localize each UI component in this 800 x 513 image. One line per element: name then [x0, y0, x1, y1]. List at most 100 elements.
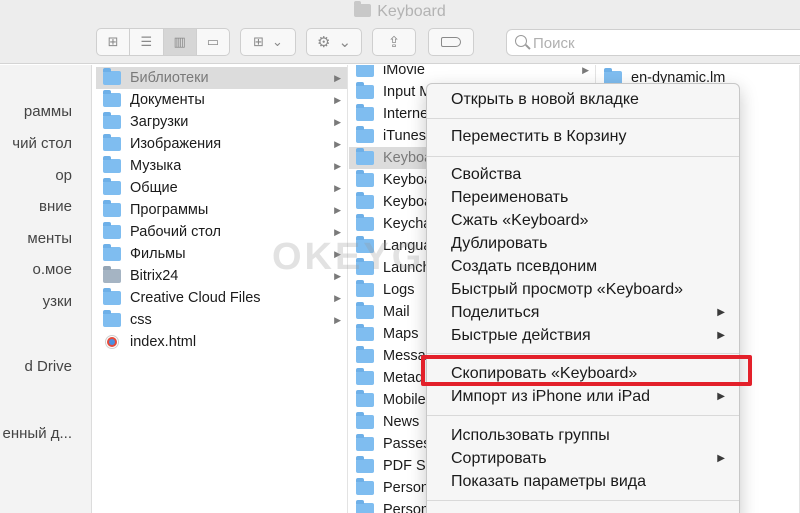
menu-separator	[427, 118, 739, 119]
context-menu: Открыть в новой вкладке Переместить в Ко…	[426, 83, 740, 513]
window-title-text: Keyboard	[377, 3, 446, 20]
gallery-view-icon: ▭	[206, 34, 220, 49]
menu-separator	[427, 415, 739, 416]
column-view-icon: ▥	[173, 34, 186, 49]
chevron-right-icon: ▶	[334, 72, 341, 83]
menu-item-duplicate[interactable]: Дублировать	[427, 233, 739, 255]
share-icon: ⇪	[387, 34, 401, 51]
folder-icon	[356, 324, 374, 341]
folder-icon	[103, 310, 121, 327]
chevron-right-icon: ▶	[334, 204, 341, 215]
sidebar-item[interactable]: вние	[0, 196, 91, 218]
submenu-arrow-icon: ▶	[717, 330, 725, 341]
folder-icon	[356, 302, 374, 319]
folder-icon	[103, 68, 121, 85]
sidebar-item[interactable]: узки	[0, 291, 91, 313]
tag-button[interactable]	[428, 28, 474, 56]
chevron-down-icon: ⌄	[338, 34, 352, 51]
menu-separator	[427, 353, 739, 354]
menu-item-share[interactable]: Поделиться ▶	[427, 302, 739, 324]
folder-icon	[356, 478, 374, 495]
list-item[interactable]: Фильмы ▶	[96, 243, 347, 265]
folder-icon	[356, 192, 374, 209]
list-item[interactable]: Bitrix24 ▶	[96, 265, 347, 287]
tag-icon	[441, 37, 461, 47]
chevron-right-icon: ▶	[582, 65, 589, 75]
folder-icon	[356, 346, 374, 363]
sidebar-item[interactable]: d Drive	[0, 356, 91, 378]
folder-icon	[103, 156, 121, 173]
sidebar-item[interactable]: о.мое	[0, 259, 91, 281]
list-item[interactable]: Creative Cloud Files ▶	[96, 287, 347, 309]
search-box	[506, 29, 800, 56]
window-title: Keyboard	[0, 1, 800, 21]
chevron-right-icon: ▶	[334, 182, 341, 193]
menu-item-show-view-options[interactable]: Показать параметры вида	[427, 471, 739, 493]
folder-icon	[356, 280, 374, 297]
menu-item-quick-look[interactable]: Быстрый просмотр «Keyboard»	[427, 279, 739, 301]
icon-view-button[interactable]: ⊞	[97, 29, 131, 55]
submenu-arrow-icon: ▶	[717, 307, 725, 318]
action-button[interactable]: ⚙ ⌄	[306, 28, 362, 56]
list-item[interactable]: css ▶	[96, 309, 347, 331]
folder-icon	[356, 500, 374, 513]
arrange-button[interactable]: ⊞ ⌄	[240, 28, 296, 56]
list-item[interactable]: index.html	[96, 331, 347, 353]
sidebar-item[interactable]: енный д...	[0, 423, 91, 445]
column-1: Библиотеки ▶ Документы ▶ Загрузки ▶ Изображ…	[96, 65, 348, 513]
menu-item-sort[interactable]: Сортировать ▶	[427, 448, 739, 470]
list-item[interactable]: Документы ▶	[96, 89, 347, 111]
arrange-icon: ⊞	[253, 34, 264, 49]
sidebar: раммы чий стол ор вние менты о.мое узки …	[0, 65, 92, 513]
folder-icon	[356, 214, 374, 231]
chevron-right-icon: ▶	[334, 226, 341, 237]
folder-icon	[356, 65, 374, 77]
list-item[interactable]: Изображения ▶	[96, 133, 347, 155]
chevron-right-icon: ▶	[334, 116, 341, 127]
folder-icon	[356, 104, 374, 121]
menu-item-make-alias[interactable]: Создать псевдоним	[427, 256, 739, 278]
list-item[interactable]: Программы ▶	[96, 199, 347, 221]
menu-item-import-from-iphone[interactable]: Импорт из iPhone или iPad ▶	[427, 386, 739, 408]
chevron-right-icon: ▶	[334, 94, 341, 105]
chevron-right-icon: ▶	[334, 248, 341, 259]
list-item[interactable]: Общие ▶	[96, 177, 347, 199]
menu-item-use-groups[interactable]: Использовать группы	[427, 425, 739, 447]
sidebar-item[interactable]: раммы	[0, 101, 91, 123]
menu-item-open-new-tab[interactable]: Открыть в новой вкладке	[427, 89, 739, 111]
chevron-down-icon: ⌄	[272, 34, 283, 49]
menu-item-get-info[interactable]: Свойства	[427, 164, 739, 186]
gallery-view-button[interactable]: ▭	[197, 29, 229, 55]
sidebar-item[interactable]: ор	[0, 165, 91, 187]
sidebar-item[interactable]: менты	[0, 228, 91, 250]
share-button[interactable]: ⇪	[372, 28, 416, 56]
search-input[interactable]	[533, 35, 793, 51]
column-view-button[interactable]: ▥	[163, 29, 197, 55]
folder-icon	[356, 236, 374, 253]
folder-icon	[103, 112, 121, 129]
list-item[interactable]: Загрузки ▶	[96, 111, 347, 133]
list-item[interactable]: iMovie ▶	[349, 65, 595, 81]
list-item[interactable]: Музыка ▶	[96, 155, 347, 177]
list-item[interactable]: Рабочий стол ▶	[96, 221, 347, 243]
menu-item-quick-actions[interactable]: Быстрые действия ▶	[427, 325, 739, 347]
folder-icon	[356, 390, 374, 407]
folder-icon	[356, 368, 374, 385]
sidebar-item[interactable]: чий стол	[0, 133, 91, 155]
chevron-right-icon: ▶	[334, 292, 341, 303]
finder-toolbar: Keyboard ⊞ ☰ ▥ ▭ ⊞ ⌄ ⚙ ⌄ ⇪	[0, 0, 800, 64]
menu-item-compress[interactable]: Сжать «Keyboard»	[427, 210, 739, 232]
menu-item-move-to-trash[interactable]: Переместить в Корзину	[427, 126, 739, 148]
chevron-right-icon: ▶	[334, 314, 341, 325]
list-item[interactable]: Библиотеки ▶	[96, 67, 347, 89]
menu-item-rename[interactable]: Переименовать	[427, 187, 739, 209]
highlight-annotation-box	[421, 355, 752, 386]
folder-icon	[356, 82, 374, 99]
chevron-right-icon: ▶	[334, 270, 341, 281]
list-view-button[interactable]: ☰	[130, 29, 164, 55]
chrome-icon	[105, 335, 119, 349]
folder-icon	[356, 412, 374, 429]
folder-icon	[103, 90, 121, 107]
submenu-arrow-icon: ▶	[717, 391, 725, 402]
folder-icon	[103, 134, 121, 151]
